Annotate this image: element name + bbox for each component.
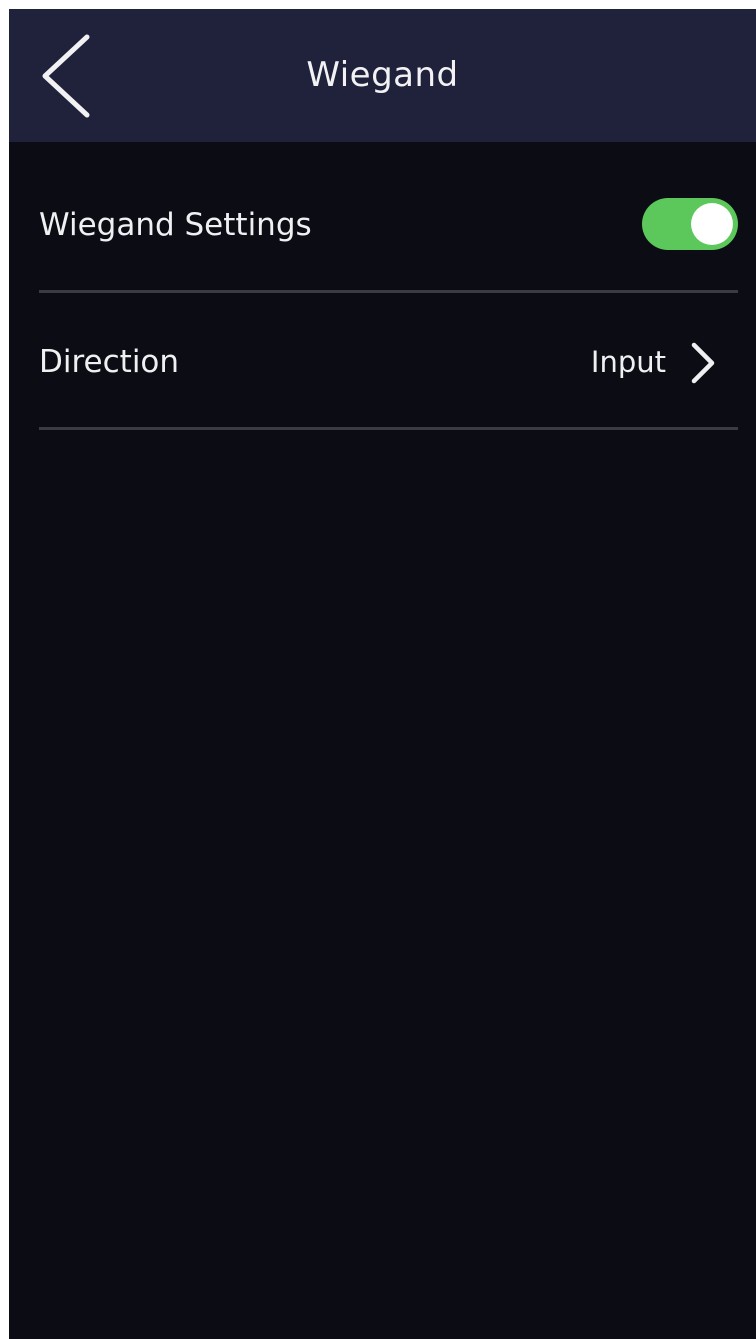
header-bar: Wiegand — [9, 9, 756, 142]
chevron-right-icon — [688, 342, 718, 384]
back-button[interactable] — [31, 31, 101, 121]
wiegand-settings-label: Wiegand Settings — [39, 207, 312, 243]
divider — [39, 290, 738, 293]
divider — [39, 427, 738, 430]
wiegand-settings-row: Wiegand Settings — [39, 157, 738, 293]
chevron-left-icon — [42, 34, 90, 118]
wiegand-screen: Wiegand Wiegand Settings Direction Input — [9, 9, 756, 1339]
toggle-knob — [691, 203, 733, 245]
direction-value: Input — [590, 345, 666, 379]
page-title: Wiegand — [306, 55, 459, 95]
direction-label: Direction — [39, 344, 180, 380]
wiegand-settings-toggle[interactable] — [642, 198, 738, 250]
direction-row[interactable]: Direction Input — [39, 294, 738, 430]
